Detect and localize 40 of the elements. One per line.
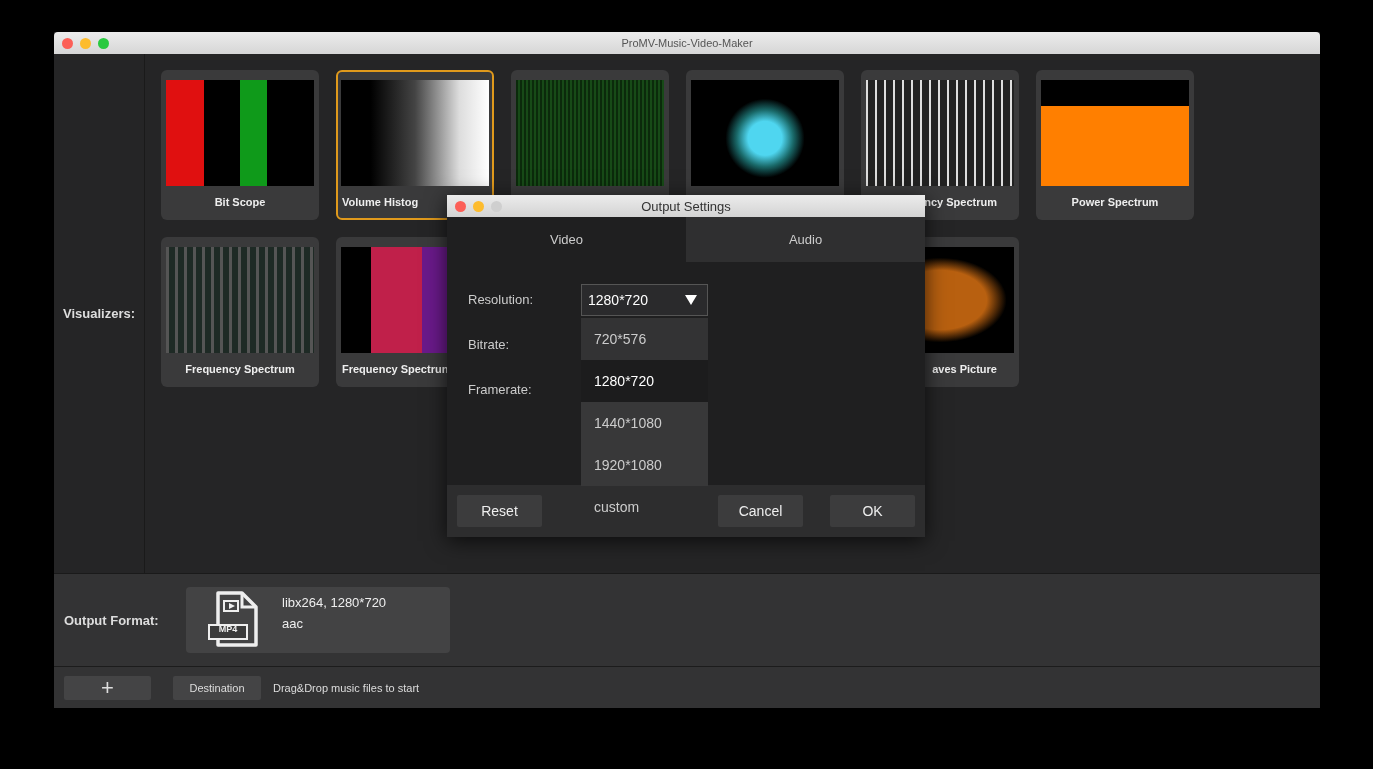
minimize-button[interactable] <box>80 37 91 49</box>
maximize-button[interactable] <box>98 37 109 49</box>
visualizer-name: Power Spectrum <box>1071 196 1159 208</box>
destination-button[interactable]: Destination <box>173 675 261 700</box>
drop-hint: Drag&Drop music files to start <box>273 681 420 694</box>
video-codec-text: libx264, 1280*720 <box>282 595 387 610</box>
visualizer-name: Frequency Spectrum <box>185 363 295 375</box>
dialog-title: Output Settings <box>641 198 731 214</box>
mp4-label: MP4 <box>217 624 239 634</box>
reset-button[interactable]: Reset <box>457 495 542 527</box>
audio-codec-text: aac <box>282 616 304 631</box>
visualizer-card[interactable]: Frequency Spectrum <box>161 237 319 387</box>
close-button[interactable] <box>62 37 73 49</box>
output-format-card[interactable]: MP4 libx264, 1280*720 aac <box>186 587 450 653</box>
visualizer-name: Volume Histog <box>342 196 419 208</box>
visualizer-card[interactable]: ncy Spectrum <box>861 70 1019 220</box>
visualizer-card[interactable]: Volume Histog <box>336 70 494 220</box>
resolution-dropdown[interactable]: 1280*720 <box>581 284 708 316</box>
window-title: ProMV-Music-Video-Maker <box>621 37 753 49</box>
settings-tab[interactable]: Audio <box>686 217 925 262</box>
caret-icon <box>685 295 697 305</box>
visualizer-name: Bit Scope <box>214 196 266 208</box>
minimize-button[interactable] <box>473 200 484 212</box>
visualizer-card[interactable]: Bit Scope <box>161 70 319 220</box>
cancel-button[interactable]: Cancel <box>718 495 803 527</box>
visualizer-name: aves Picture <box>932 363 997 375</box>
close-button[interactable] <box>455 200 466 212</box>
visualizer-name: ncy Spectrum <box>924 196 997 208</box>
resolution-option[interactable]: 1280*720 <box>581 360 708 402</box>
visualizers-label: Visualizers: <box>63 306 135 321</box>
resolution-option[interactable]: 720*576 <box>581 318 708 360</box>
resolution-option[interactable]: custom <box>581 486 708 528</box>
ok-button[interactable]: OK <box>830 495 915 527</box>
add-button[interactable]: + <box>64 675 151 700</box>
visualizer-card[interactable]: Power Spectrum <box>1036 70 1194 220</box>
resolution-option[interactable]: 1440*1080 <box>581 402 708 444</box>
output-format-label: Output Format: <box>63 612 160 628</box>
visualizer-name: Frequency Spectrun <box>342 363 449 375</box>
resolution-option[interactable]: 1920*1080 <box>581 444 708 486</box>
video-file-icon <box>208 591 260 649</box>
